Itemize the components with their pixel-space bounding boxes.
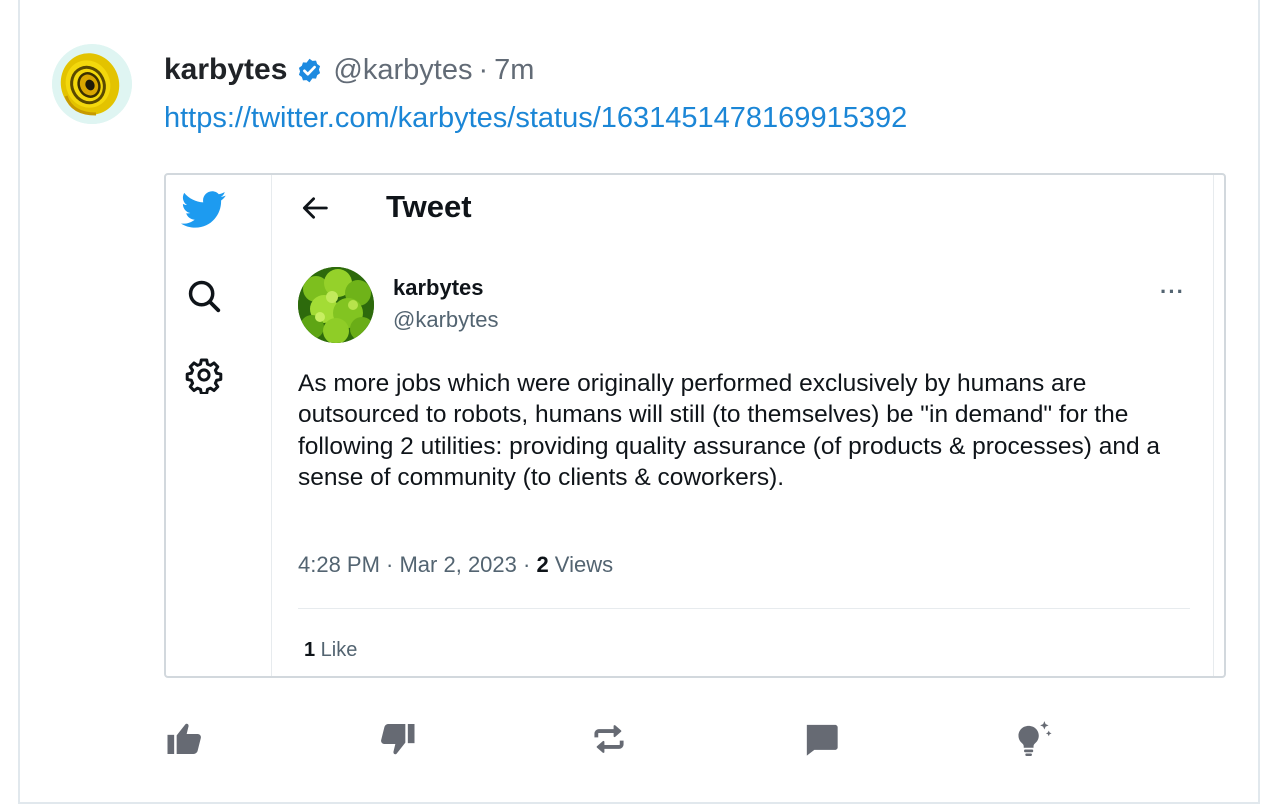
separator-dot: ·: [478, 53, 489, 86]
embed-tweet-text: As more jobs which were originally perfo…: [298, 370, 1161, 492]
gear-icon[interactable]: [181, 352, 227, 398]
twitter-bird-icon: [181, 187, 227, 233]
post-timestamp[interactable]: 7m: [494, 54, 534, 87]
likes-label: Like: [315, 639, 358, 661]
repost-icon[interactable]: [586, 716, 632, 762]
post-header: karbytes @karbytes · 7m: [164, 48, 534, 92]
embed-author-name[interactable]: karbytes: [393, 275, 484, 301]
embed-divider: [298, 608, 1190, 609]
views-count: 2: [536, 552, 549, 577]
embedded-tweet-screenshot: Tweet karbytes @karbytes ··· As more job…: [164, 173, 1226, 678]
author-avatar[interactable]: [52, 44, 132, 124]
embed-page-title: Tweet: [386, 189, 472, 224]
author-name[interactable]: karbytes: [164, 53, 287, 87]
back-arrow-icon[interactable]: [298, 191, 332, 225]
embed-author-handle[interactable]: @karbytes: [393, 307, 498, 333]
embed-right-border: [1213, 175, 1214, 676]
embed-sidebar: [166, 175, 272, 676]
insight-icon[interactable]: [1010, 716, 1056, 762]
author-handle[interactable]: @karbytes: [333, 54, 472, 87]
views-label: Views: [548, 552, 614, 577]
likes-count: 1: [304, 639, 316, 661]
tweet-link[interactable]: https://twitter.com/karbytes/status/1631…: [164, 102, 907, 135]
embed-author-avatar[interactable]: [298, 267, 374, 343]
embed-timestamp: 4:28 PM · Mar 2, 2023 ·: [298, 552, 537, 577]
action-bar: [164, 716, 1064, 766]
more-options-icon[interactable]: ···: [1160, 279, 1185, 305]
embed-tweet-meta: 4:28 PM · Mar 2, 2023 · 2 Views: [298, 552, 613, 578]
embed-likes: 1 Like: [304, 639, 357, 662]
comment-icon[interactable]: [798, 716, 844, 762]
verified-badge-icon: [296, 57, 323, 84]
dislike-icon[interactable]: [374, 716, 420, 762]
like-icon[interactable]: [162, 716, 208, 762]
search-icon[interactable]: [181, 273, 227, 319]
